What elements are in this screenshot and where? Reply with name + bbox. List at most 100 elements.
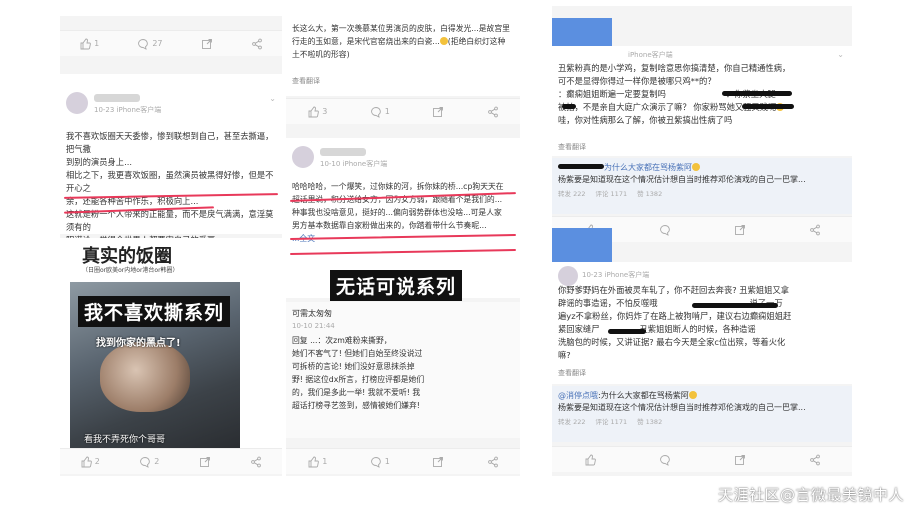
comment-button[interactable] <box>659 454 671 466</box>
reply-card: 可需太匆匆 10-10 21:44 回复 ...：次zm难粉来撕野， 她们不客气… <box>286 302 520 438</box>
comment-button[interactable]: 2 <box>139 456 159 468</box>
highlight-underline <box>289 249 517 255</box>
comment-icon <box>370 456 381 468</box>
comment-line: 被拍，不是亲自大庭广众演示了嘛？ 你家粉骂她又骚又贱呢 <box>558 101 846 114</box>
forward-button[interactable] <box>201 38 213 50</box>
forward-button[interactable] <box>432 106 444 118</box>
comment-button[interactable]: 1 <box>370 106 390 118</box>
see-translation-link[interactable]: 查看翻译 <box>558 142 586 152</box>
meme-figure <box>100 342 190 412</box>
like-button[interactable]: 1 <box>307 456 327 468</box>
comment-meta: 10-10 iPhone客户端 <box>320 160 388 168</box>
comment-line: 男方基本数据靠自家粉做出来的，你踏着带什么节奏呢... <box>292 221 487 230</box>
comment-meta: 10-23 iPhone客户端 <box>94 106 162 114</box>
share-icon <box>809 224 820 235</box>
quoted-post[interactable]: @消停点哦:为什么大家都在骂杨紫阿 杨紫要是知道现在这个情况估计想自当时推荐邓伦… <box>552 386 852 442</box>
share-icon <box>251 456 262 467</box>
chevron-down-icon[interactable]: ⌄ <box>837 50 844 59</box>
action-bar-bottom: 1 1 <box>286 448 520 474</box>
comment-line: 我不喜欢饭圈天天委惨，惨到联想到自己，甚至去撕逼，把气撒 <box>66 131 274 154</box>
forward-button[interactable] <box>734 454 746 466</box>
avatar[interactable] <box>292 146 314 168</box>
meme-find-text: 找到你家的黑点了! <box>96 338 181 349</box>
quote-text: 杨紫要是知道现在这个情况估计想自当时推荐邓伦演戏的自己一巴掌... <box>558 403 806 412</box>
comment-text: 丑紫粉真的是小学鸡，复制啥意思你搞清楚，你自己精通性病， 可不是显得你得过一样你… <box>558 62 846 127</box>
share-icon <box>252 38 262 49</box>
comment-line: ：癫痫姐姐断遍一定要复制吗：你紫坐大腿 <box>558 89 776 99</box>
emoji-icon <box>439 37 448 45</box>
username-blurred <box>94 94 140 102</box>
like-icon <box>308 456 320 467</box>
redaction-mark <box>742 104 794 109</box>
chevron-down-icon[interactable]: ⌄ <box>269 94 276 103</box>
caption-label: 我不喜欢撕系列 <box>78 296 231 327</box>
comment-user-row: 10-23 iPhone客户端 ⌄ <box>66 92 276 118</box>
watermark: 天涯社区@言微最美镜中人 <box>717 486 904 504</box>
quote-meta: 转发 222 评论 1171 赞 1382 <box>558 418 663 426</box>
like-icon <box>80 38 91 49</box>
share-icon <box>487 106 498 117</box>
comment-line: 洗脑包的时候，又讲证据? 最右今天是全家c位出殡，等着火化 <box>558 337 786 347</box>
share-button[interactable] <box>251 38 263 50</box>
redaction-mark <box>692 303 778 308</box>
comment-line: 相比之下，我更喜欢饭圈，虽然演员被黑得好惨，但是不开心之 <box>66 170 274 193</box>
screenshot-panel-middle: 长这么大，第一次羡慕某位男演员的皮肤，白得发光...是故宫里 行走的玉如意，是宋… <box>286 16 520 476</box>
emoji-icon <box>692 163 700 171</box>
forward-button[interactable] <box>432 456 444 468</box>
caption-label: 无话可说系列 <box>330 270 463 301</box>
quoted-post[interactable]: 为什么大家都在骂杨紫阿 杨紫要是知道现在这个情况估计想自当时推荐邓伦演戏的自己一… <box>552 158 852 214</box>
like-icon <box>81 456 92 467</box>
post-line: 土不啦叽的形容) <box>292 50 350 59</box>
comment-line: 哇，你对性病那么了解，你被丑紫搞出性病了吗 <box>558 115 733 125</box>
forward-icon <box>734 224 745 235</box>
comment-user-row: 10-10 iPhone客户端 <box>292 146 514 172</box>
see-translation-link[interactable]: 查看翻译 <box>558 368 586 378</box>
action-bar-middle: 3 1 <box>286 98 520 124</box>
reply-line: 可拆桥的言论! 她们没好意思抹杀掉 <box>292 362 415 371</box>
post-text: 长这么大，第一次羡慕某位男演员的皮肤，白得发光...是故宫里 行走的玉如意，是宋… <box>292 22 514 61</box>
comment-icon <box>370 106 381 118</box>
comment-line: 嘛? <box>558 350 571 360</box>
redaction-mark <box>722 91 792 96</box>
meme-bottom-text: 看我不弄死你个哥哥 <box>84 435 166 445</box>
like-button[interactable]: 2 <box>80 456 100 468</box>
avatar[interactable] <box>558 266 578 286</box>
comment-line: 遍yz不拿粉丝，你妈炸了在路上被狗啃尸，建议右边癫痫姐姐赶 <box>558 311 792 321</box>
like-count: 1 <box>322 457 328 466</box>
like-button[interactable]: 1 <box>79 38 99 50</box>
see-translation-link[interactable]: 查看翻译 <box>292 76 320 86</box>
share-button[interactable] <box>809 454 821 466</box>
avatar[interactable] <box>66 92 88 114</box>
comment-line: 可不是显得你得过一样你是被哪只鸡**的？ <box>558 76 716 86</box>
like-count: 2 <box>94 457 100 466</box>
share-button[interactable] <box>809 224 821 236</box>
quote-text: 杨紫要是知道现在这个情况估计想自当时推荐邓伦演戏的自己一巴掌... <box>558 175 806 184</box>
action-bar-top: 1 27 <box>60 30 282 56</box>
forward-button[interactable] <box>734 224 746 236</box>
reply-meta: 10-10 21:44 <box>292 322 335 330</box>
comment-line: 种事我也没啥意见，挺好的...偏向弱势群体也没啥...可是人家 <box>292 208 502 217</box>
meme-subtitle: （日圈or欧美or内地or港台or韩圈） <box>82 267 179 274</box>
comment-line: 到别的演员身上... <box>66 157 132 167</box>
like-button[interactable] <box>584 454 596 466</box>
screenshot-panel-right: iPhone客户端 ⌄ 丑紫粉真的是小学鸡，复制啥意思你搞清楚，你自己精通性病，… <box>552 6 852 476</box>
share-button[interactable] <box>487 106 499 118</box>
action-bar-bottom: 2 2 <box>60 448 282 474</box>
comment-meta: 10-23 iPhone客户端 <box>582 271 650 279</box>
comment-button[interactable] <box>659 224 671 236</box>
post-line: 行走的玉如意，是宋代官窑烧出来的白瓷... (拒绝白织灯这种 <box>292 37 506 46</box>
reply-title: 可需太匆匆 <box>292 309 332 318</box>
redaction-mark <box>558 164 604 169</box>
comment-button[interactable]: 1 <box>370 456 390 468</box>
comment-button[interactable]: 27 <box>137 38 163 50</box>
quote-head: @消停点哦:为什么大家都在骂杨紫阿 <box>558 390 846 402</box>
share-button[interactable] <box>487 456 499 468</box>
like-button[interactable]: 3 <box>307 106 327 118</box>
forward-button[interactable] <box>199 456 211 468</box>
forward-icon <box>199 456 210 467</box>
comment-meta: iPhone客户端 <box>628 51 673 59</box>
share-button[interactable] <box>250 456 262 468</box>
action-bar-bottom <box>552 446 852 472</box>
comment-count: 2 <box>154 457 160 466</box>
reply-line: 回复 ...：次zm难粉来撕野， <box>292 336 392 345</box>
